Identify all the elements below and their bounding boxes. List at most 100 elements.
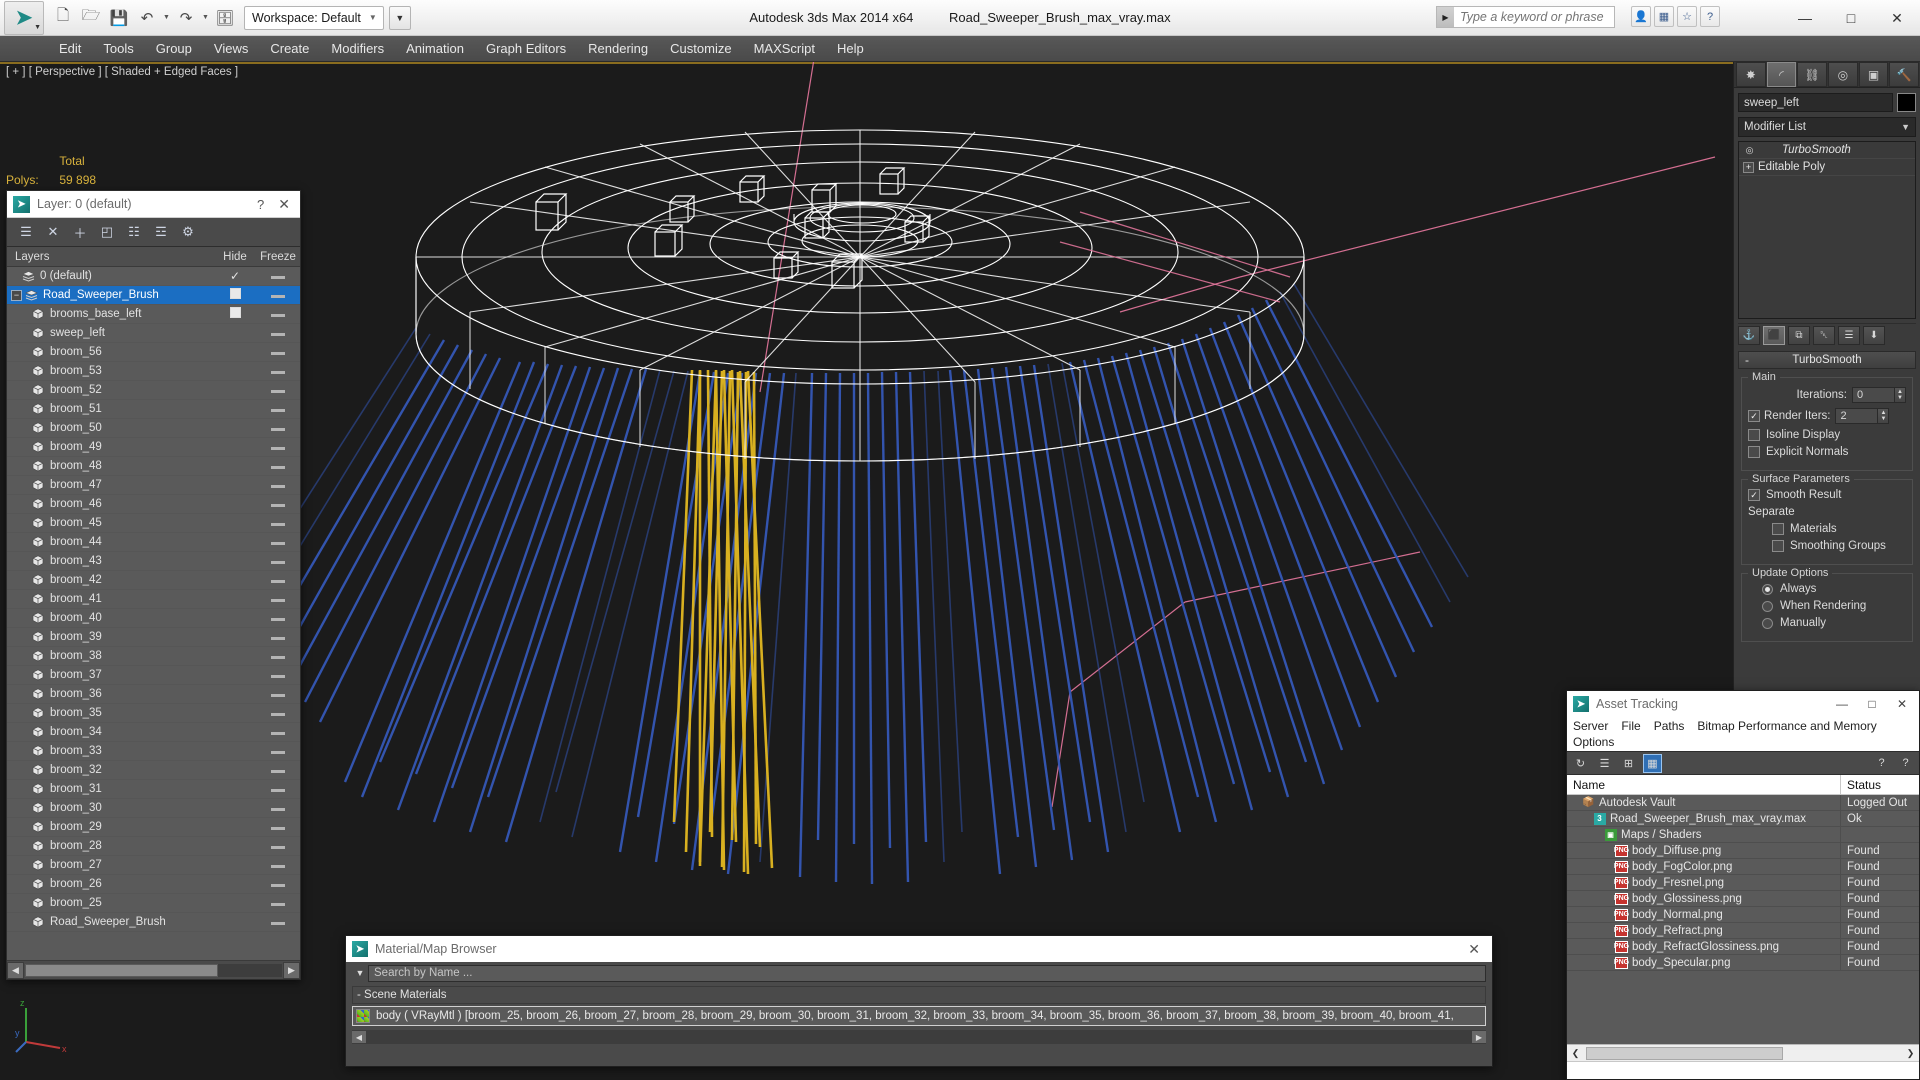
detail-view-icon[interactable]: ⊞ <box>1619 754 1638 773</box>
layer-row[interactable]: broom_46 <box>7 495 300 514</box>
expand-plus-icon[interactable]: + <box>1743 161 1754 173</box>
material-list-item[interactable]: body ( VRayMtl ) [broom_25, broom_26, br… <box>352 1006 1486 1026</box>
asset-row[interactable]: PNG body_Diffuse.png Found <box>1567 843 1919 859</box>
redo-dropdown-icon[interactable]: ▼ <box>201 14 210 21</box>
project-folder-icon[interactable]: 🗄 <box>212 5 238 31</box>
parameter-radio[interactable] <box>1762 600 1773 612</box>
open-file-icon[interactable]: 🗁 <box>78 5 104 31</box>
render-iters-checkbox[interactable]: ✓ <box>1748 410 1760 422</box>
spinner-control[interactable]: 0 ▲ ▼ <box>1852 387 1906 403</box>
menu-item-views[interactable]: Views <box>203 38 259 59</box>
column-header-hide[interactable]: Hide <box>214 251 256 263</box>
column-header-name[interactable]: Name <box>1567 775 1841 794</box>
scene-materials-group-header[interactable]: - Scene Materials <box>352 986 1486 1004</box>
layer-row[interactable]: broom_52 <box>7 381 300 400</box>
close-button[interactable]: ✕ <box>1874 0 1920 36</box>
spinner-arrows-icon[interactable]: ▲ ▼ <box>1895 387 1906 403</box>
remove-modifier-button[interactable]: ␡ <box>1813 326 1835 345</box>
layer-row[interactable]: broom_49 <box>7 438 300 457</box>
layer-row[interactable]: broom_50 <box>7 419 300 438</box>
asset-menu-item-file[interactable]: File <box>1621 718 1640 734</box>
parameter-checkbox[interactable] <box>1772 523 1784 535</box>
menu-item-group[interactable]: Group <box>145 38 203 59</box>
layer-freeze-toggle[interactable] <box>256 707 300 719</box>
material-search-input[interactable]: Search by Name ... <box>368 964 1486 982</box>
search-box[interactable]: ▶ <box>1436 6 1615 28</box>
layer-row[interactable]: broom_35 <box>7 704 300 723</box>
layer-freeze-toggle[interactable] <box>256 365 300 377</box>
hide-checkbox[interactable] <box>229 288 241 299</box>
delete-layer-icon[interactable]: ✕ <box>42 222 64 243</box>
undo-icon[interactable]: ↶ <box>134 5 160 31</box>
menu-item-modifiers[interactable]: Modifiers <box>320 38 395 59</box>
layer-row[interactable]: broom_53 <box>7 362 300 381</box>
configure-modifier-sets-button[interactable]: ☰ <box>1838 326 1860 345</box>
layer-freeze-toggle[interactable] <box>256 897 300 909</box>
scroll-right-icon[interactable]: ▶ <box>283 961 300 979</box>
layer-freeze-toggle[interactable] <box>256 384 300 396</box>
turbosmooth-rollout-header[interactable]: - TurboSmooth <box>1738 351 1916 369</box>
layer-row[interactable]: broom_38 <box>7 647 300 666</box>
layer-freeze-toggle[interactable] <box>256 498 300 510</box>
layer-freeze-toggle[interactable] <box>256 745 300 757</box>
layer-properties-icon[interactable]: ⚙ <box>177 222 199 243</box>
select-object-icon[interactable]: ◰ <box>96 222 118 243</box>
layer-row[interactable]: broom_36 <box>7 685 300 704</box>
layer-row[interactable]: Road_Sweeper_Brush <box>7 913 300 932</box>
layer-row[interactable]: broom_28 <box>7 837 300 856</box>
parameter-radio[interactable] <box>1762 617 1773 629</box>
close-button[interactable]: ✕ <box>1887 692 1917 716</box>
close-icon[interactable]: ✕ <box>274 196 294 213</box>
modifier-stack-row[interactable]: + Editable Poly <box>1739 159 1915 176</box>
asset-list-horizontal-scrollbar[interactable]: ❮ ❯ <box>1567 1044 1919 1061</box>
layer-hide-toggle[interactable] <box>214 288 256 302</box>
layer-row[interactable]: broom_37 <box>7 666 300 685</box>
layer-row[interactable]: broom_32 <box>7 761 300 780</box>
motion-tab[interactable]: ◎ <box>1828 62 1858 87</box>
help-icon[interactable]: ? <box>247 197 274 212</box>
layer-row[interactable]: broom_43 <box>7 552 300 571</box>
asset-row[interactable]: PNG body_FogColor.png Found <box>1567 859 1919 875</box>
asset-row[interactable]: PNG body_Specular.png Found <box>1567 955 1919 971</box>
scroll-right-icon[interactable]: ▶ <box>1472 1031 1486 1043</box>
layer-row[interactable]: 0 (default) ✓ <box>7 267 300 286</box>
layer-freeze-toggle[interactable] <box>256 688 300 700</box>
hide-checkbox[interactable] <box>229 307 241 318</box>
scrollbar-thumb[interactable] <box>25 963 218 977</box>
layer-freeze-toggle[interactable] <box>256 403 300 415</box>
layer-row[interactable]: broom_48 <box>7 457 300 476</box>
layer-freeze-toggle[interactable] <box>256 536 300 548</box>
create-tab[interactable]: ✸ <box>1736 62 1766 87</box>
menu-item-customize[interactable]: Customize <box>659 38 742 59</box>
layer-row[interactable]: broom_29 <box>7 818 300 837</box>
asset-row[interactable]: PNG body_Normal.png Found <box>1567 907 1919 923</box>
expand-collapse-icon[interactable]: − <box>11 289 22 301</box>
column-header-freeze[interactable]: Freeze <box>256 251 300 263</box>
asset-row[interactable]: ▣ Maps / Shaders <box>1567 827 1919 843</box>
layer-freeze-toggle[interactable] <box>256 650 300 662</box>
layer-freeze-toggle[interactable] <box>256 802 300 814</box>
layer-hide-toggle[interactable] <box>214 307 256 321</box>
add-selection-icon[interactable]: ＋ <box>69 222 91 243</box>
layer-freeze-toggle[interactable] <box>256 631 300 643</box>
scrollbar-thumb[interactable] <box>1586 1046 1784 1060</box>
layer-row[interactable]: broom_51 <box>7 400 300 419</box>
search-input[interactable] <box>1454 7 1614 27</box>
redo-icon[interactable]: ↷ <box>173 5 199 31</box>
layer-freeze-toggle[interactable] <box>256 422 300 434</box>
layer-row[interactable]: broom_42 <box>7 571 300 590</box>
menu-item-animation[interactable]: Animation <box>395 38 475 59</box>
asset-list[interactable]: 📦 Autodesk Vault Logged Out 3 Road_Sweeper_B… <box>1567 795 1919 1044</box>
scroll-left-icon[interactable]: ❮ <box>1567 1046 1584 1061</box>
layer-freeze-toggle[interactable] <box>256 593 300 605</box>
asset-row[interactable]: PNG body_Refract.png Found <box>1567 923 1919 939</box>
undo-dropdown-icon[interactable]: ▼ <box>162 14 171 21</box>
layer-freeze-toggle[interactable] <box>256 840 300 852</box>
create-new-layer-icon[interactable]: ☰ <box>15 222 37 243</box>
layer-row[interactable]: broom_56 <box>7 343 300 362</box>
help-icon[interactable]: ? <box>1896 754 1915 773</box>
layer-freeze-toggle[interactable] <box>256 878 300 890</box>
spinner-value[interactable]: 2 <box>1835 408 1879 424</box>
parameter-radio[interactable] <box>1762 583 1773 595</box>
asset-menu-item-bitmap-performance-and-memory[interactable]: Bitmap Performance and Memory <box>1697 718 1876 734</box>
